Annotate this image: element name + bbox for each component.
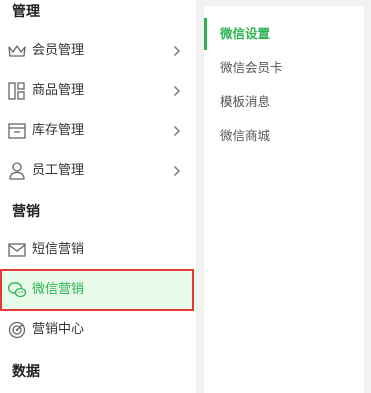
sidebar-item-label: 营销中心: [32, 322, 85, 337]
chevron-right-icon: [172, 124, 182, 138]
submenu-item-wechat-settings[interactable]: 微信设置: [204, 17, 364, 51]
chevron-right-icon: [172, 84, 182, 98]
sidebar-item-label: 会员管理: [32, 43, 85, 58]
inventory-box-icon: [7, 121, 27, 141]
section-title-data: 数据: [12, 364, 40, 380]
sidebar-item-sms-marketing[interactable]: 短信营销: [0, 230, 196, 270]
mail-icon: [7, 240, 27, 260]
submenu-item-wechat-member-card[interactable]: 微信会员卡: [204, 51, 364, 85]
section-title-marketing: 营销: [12, 204, 40, 220]
sidebar-item-wechat-marketing[interactable]: 微信营销: [0, 270, 196, 310]
crown-icon: [7, 41, 27, 61]
sidebar-item-member[interactable]: 会员管理: [0, 31, 196, 71]
submenu-panel: 微信设置 微信会员卡 模板消息 微信商城: [204, 0, 371, 393]
sidebar: 管理 会员管理 商品管理 库存管理 员工管理 营销 短信营销 微信营销 营销中心…: [0, 0, 196, 393]
active-indicator-bar: [204, 18, 207, 50]
submenu-item-label: 微信商城: [220, 128, 271, 143]
wechat-icon: [7, 280, 27, 300]
sidebar-item-product[interactable]: 商品管理: [0, 71, 196, 111]
submenu-item-template-message[interactable]: 模板消息: [204, 85, 364, 119]
chevron-right-icon: [172, 164, 182, 178]
sidebar-item-label: 员工管理: [32, 163, 85, 178]
sidebar-item-label: 短信营销: [32, 242, 85, 257]
panel-divider: [196, 0, 204, 393]
section-title-manage: 管理: [12, 4, 40, 20]
sidebar-item-inventory[interactable]: 库存管理: [0, 111, 196, 151]
submenu-item-label: 微信会员卡: [220, 60, 283, 75]
submenu-item-label: 微信设置: [220, 26, 271, 41]
submenu-item-wechat-mall[interactable]: 微信商城: [204, 119, 364, 153]
product-grid-icon: [7, 81, 27, 101]
sidebar-item-label: 微信营销: [32, 282, 85, 297]
sidebar-item-label: 商品管理: [32, 83, 85, 98]
submenu-item-label: 模板消息: [220, 94, 271, 109]
target-icon: [7, 320, 27, 340]
submenu-list: 微信设置 微信会员卡 模板消息 微信商城: [204, 6, 364, 393]
sidebar-item-staff[interactable]: 员工管理: [0, 151, 196, 191]
sidebar-item-label: 库存管理: [32, 123, 85, 138]
sidebar-item-marketing-center[interactable]: 营销中心: [0, 310, 196, 350]
user-icon: [7, 161, 27, 181]
chevron-right-icon: [172, 44, 182, 58]
app-window: 管理 会员管理 商品管理 库存管理 员工管理 营销 短信营销 微信营销 营销中心…: [0, 0, 371, 393]
